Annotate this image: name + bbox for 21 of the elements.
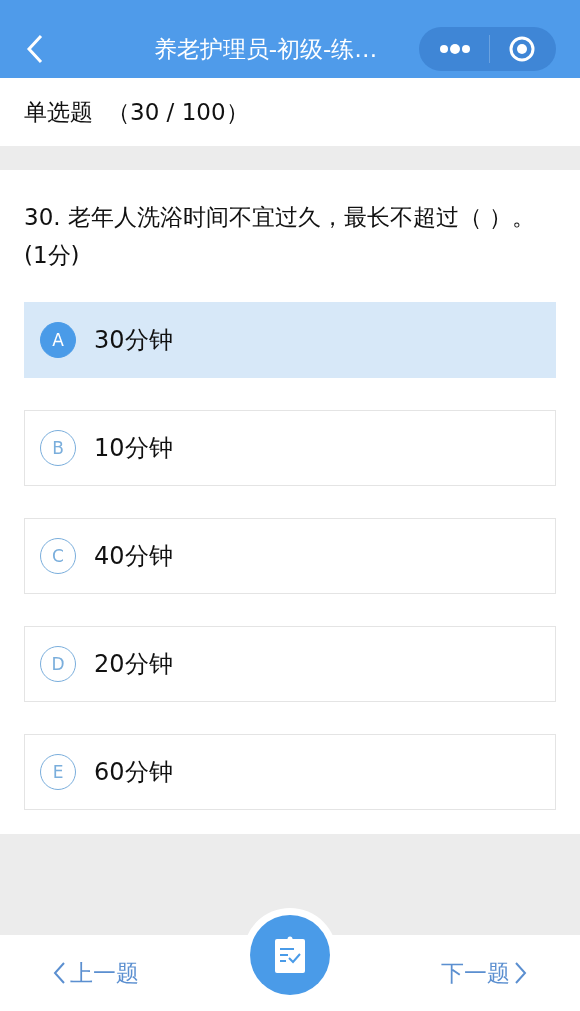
- option-text: 30分钟: [94, 325, 173, 356]
- option-text: 10分钟: [94, 433, 173, 464]
- answer-option[interactable]: B 10分钟: [24, 410, 556, 486]
- question-type: 单选题: [24, 97, 93, 127]
- answer-option[interactable]: D 20分钟: [24, 626, 556, 702]
- answer-option[interactable]: A 30分钟: [24, 302, 556, 378]
- page-title: 养老护理员-初级-练…: [152, 34, 379, 64]
- question-text: 30. 老年人洗浴时间不宜过久，最长不超过（ ）。(1分): [24, 203, 537, 270]
- option-text: 20分钟: [94, 649, 173, 680]
- chevron-right-icon: [514, 961, 528, 985]
- answer-option[interactable]: C 40分钟: [24, 518, 556, 594]
- option-text: 40分钟: [94, 541, 173, 572]
- answer-option[interactable]: E 60分钟: [24, 734, 556, 810]
- close-icon[interactable]: [508, 35, 536, 63]
- more-icon[interactable]: [439, 44, 471, 54]
- back-icon[interactable]: [26, 34, 44, 64]
- option-text: 60分钟: [94, 757, 173, 788]
- chevron-left-icon: [52, 961, 66, 985]
- clipboard-icon: [274, 936, 306, 974]
- option-letter: A: [40, 322, 76, 358]
- answer-sheet-button[interactable]: [250, 915, 330, 995]
